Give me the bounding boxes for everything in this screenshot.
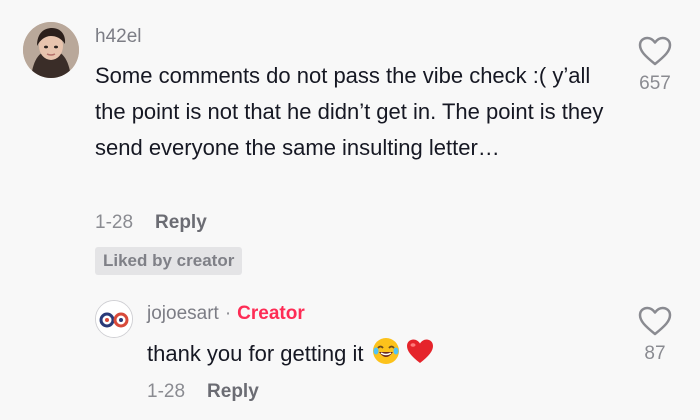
heart-icon	[638, 36, 672, 66]
heart-icon	[638, 306, 672, 336]
user-avatar-icon	[23, 22, 79, 78]
liked-by-creator-badge: Liked by creator	[95, 247, 243, 275]
reply-header: jojoesart · Creator	[147, 303, 305, 325]
reply-avatar[interactable]	[95, 300, 133, 338]
reply-like-button[interactable]: 87	[637, 305, 673, 365]
avatar[interactable]	[23, 22, 79, 78]
reply-meta: 1-28 Reply	[147, 381, 259, 403]
reply-date: 1-28	[147, 381, 186, 402]
creator-label: Creator	[237, 303, 305, 324]
reply-like-count: 87	[644, 343, 666, 364]
comment-text: Some comments do not pass the vibe check…	[95, 63, 604, 160]
comment-username[interactable]: h42el	[95, 26, 142, 48]
reply-reply-button[interactable]: Reply	[207, 381, 259, 403]
joy-emoji-icon	[371, 336, 401, 372]
like-button[interactable]: 657	[637, 35, 673, 95]
red-heart-emoji-icon	[405, 337, 435, 371]
creator-logo-avatar-icon	[96, 301, 132, 337]
reply-button[interactable]: Reply	[155, 212, 207, 234]
reply-username[interactable]: jojoesart	[147, 303, 219, 325]
separator: ·	[224, 303, 232, 324]
comment-meta: 1-28 Reply	[95, 212, 207, 234]
reply-text: thank you for getting it	[147, 341, 364, 366]
like-count: 657	[639, 73, 671, 94]
reply-comment: thank you for getting it	[147, 336, 435, 372]
comment-date: 1-28	[95, 212, 134, 233]
